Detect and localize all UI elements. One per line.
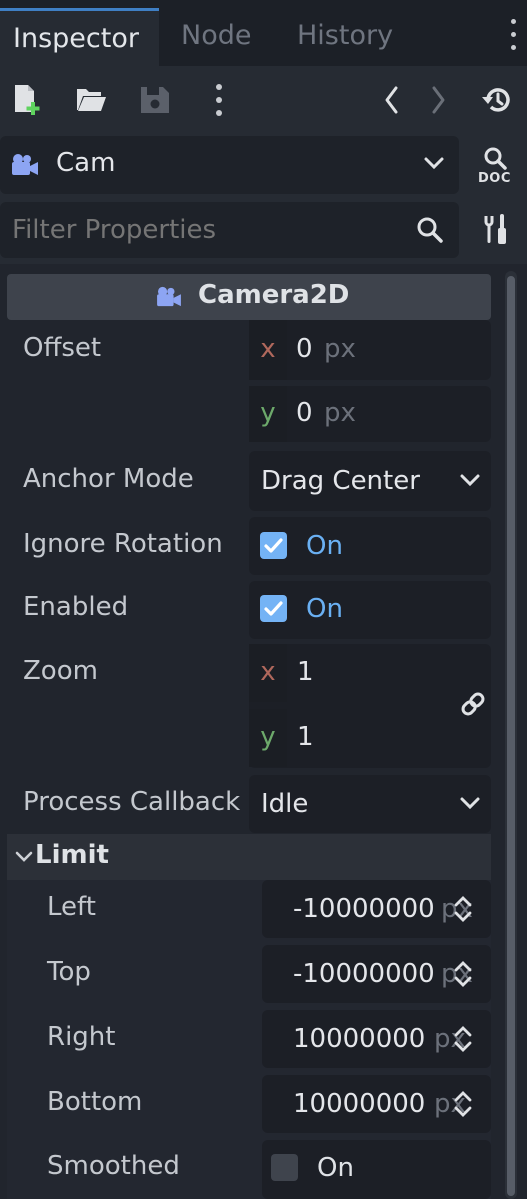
spinner-arrows-icon[interactable] <box>453 959 473 989</box>
spinner-arrows-icon[interactable] <box>453 1024 473 1054</box>
spinner-arrows-icon[interactable] <box>453 894 473 924</box>
ignore-rotation-toggle[interactable]: On <box>249 517 491 575</box>
limit-bottom-label: Bottom <box>47 1087 143 1117</box>
inspector-toolbar <box>0 66 527 134</box>
offset-y-value: 0 <box>296 398 313 428</box>
open-folder-icon[interactable] <box>75 86 107 114</box>
zoom-field: x 1 y 1 <box>249 644 491 768</box>
limit-bottom-value: 10000000 <box>293 1089 426 1119</box>
more-vertical-icon[interactable] <box>216 83 222 117</box>
x-axis-label: x <box>249 320 287 380</box>
filter-properties-input[interactable] <box>0 202 459 258</box>
process-callback-dropdown[interactable]: Idle <box>249 775 491 833</box>
limit-top-spinbox[interactable]: -10000000 px <box>262 945 491 1003</box>
enabled-label: Enabled <box>23 592 129 622</box>
zoom-x-value[interactable]: 1 <box>297 657 314 687</box>
limit-left-label: Left <box>47 892 96 922</box>
forward-icon[interactable] <box>429 85 447 115</box>
anchor-mode-label: Anchor Mode <box>23 464 194 494</box>
enabled-toggle[interactable]: On <box>249 581 491 639</box>
history-icon[interactable] <box>480 85 512 115</box>
object-row: Cam DOC <box>0 134 527 198</box>
chevron-down-icon <box>460 797 480 810</box>
chevron-down-icon <box>424 157 444 170</box>
inspector-tab-bar: Inspector Node History <box>0 0 527 66</box>
ignore-rotation-label: Ignore Rotation <box>23 529 223 559</box>
camera-icon <box>12 154 38 175</box>
chevron-down-icon <box>460 474 480 487</box>
section-title: Camera2D <box>198 280 350 310</box>
anchor-mode-value: Drag Center <box>261 466 420 496</box>
ignore-rotation-checkbox[interactable] <box>260 532 287 559</box>
object-selector[interactable]: Cam <box>0 136 459 194</box>
limit-smoothed-toggle[interactable]: On <box>262 1140 491 1199</box>
doc-label: DOC <box>478 171 511 186</box>
enabled-on-text: On <box>306 594 343 624</box>
offset-x-field[interactable]: x 0 px <box>249 320 491 380</box>
tab-node[interactable]: Node <box>181 8 251 66</box>
tools-icon[interactable] <box>480 214 510 246</box>
link-icon[interactable] <box>459 690 487 718</box>
limit-right-value: 10000000 <box>293 1024 426 1054</box>
x-axis-label: x <box>249 644 287 702</box>
limit-top-value: -10000000 <box>293 959 435 989</box>
search-icon <box>417 217 443 243</box>
process-callback-value: Idle <box>261 789 309 819</box>
offset-y-field[interactable]: y 0 px <box>249 386 491 442</box>
tab-inspector[interactable]: Inspector <box>0 8 159 66</box>
group-header-limit[interactable]: Limit <box>7 834 491 880</box>
limit-right-spinbox[interactable]: 10000000 px <box>262 1010 491 1068</box>
ignore-rotation-on-text: On <box>306 531 343 561</box>
limit-bottom-spinbox[interactable]: 10000000 px <box>262 1075 491 1133</box>
section-header-camera2d[interactable]: Camera2D <box>7 274 491 320</box>
camera-icon <box>157 286 181 307</box>
limit-right-label: Right <box>47 1022 116 1052</box>
scrollbar-thumb[interactable] <box>507 276 515 1196</box>
limit-title: Limit <box>35 840 109 870</box>
spinner-arrows-icon[interactable] <box>453 1089 473 1119</box>
y-axis-label: y <box>249 386 287 442</box>
new-resource-icon[interactable] <box>12 84 44 116</box>
tab-menu-icon[interactable] <box>511 16 517 56</box>
limit-smoothed-label: Smoothed <box>47 1151 180 1181</box>
process-callback-label: Process Callback <box>23 787 241 817</box>
smoothed-on-text: On <box>317 1153 354 1183</box>
object-name: Cam <box>56 148 116 178</box>
enabled-checkbox[interactable] <box>260 595 287 622</box>
save-icon[interactable] <box>139 85 171 115</box>
filter-row <box>0 198 527 264</box>
limit-top-label: Top <box>47 957 91 987</box>
smoothed-checkbox[interactable] <box>271 1154 298 1181</box>
offset-x-value: 0 <box>296 334 313 364</box>
offset-label: Offset <box>23 333 102 363</box>
tab-history[interactable]: History <box>297 8 393 66</box>
limit-left-spinbox[interactable]: -10000000 px <box>262 880 491 938</box>
anchor-mode-dropdown[interactable]: Drag Center <box>249 451 491 511</box>
chevron-down-icon <box>15 851 33 862</box>
zoom-label: Zoom <box>23 656 98 686</box>
offset-y-unit: px <box>324 398 356 428</box>
magnifier-icon <box>484 147 507 170</box>
limit-left-value: -10000000 <box>293 894 435 924</box>
offset-x-unit: px <box>324 334 356 364</box>
zoom-y-value[interactable]: 1 <box>297 722 314 752</box>
y-axis-label: y <box>249 709 287 767</box>
back-icon[interactable] <box>383 85 401 115</box>
help-doc-button[interactable]: DOC <box>478 146 514 190</box>
